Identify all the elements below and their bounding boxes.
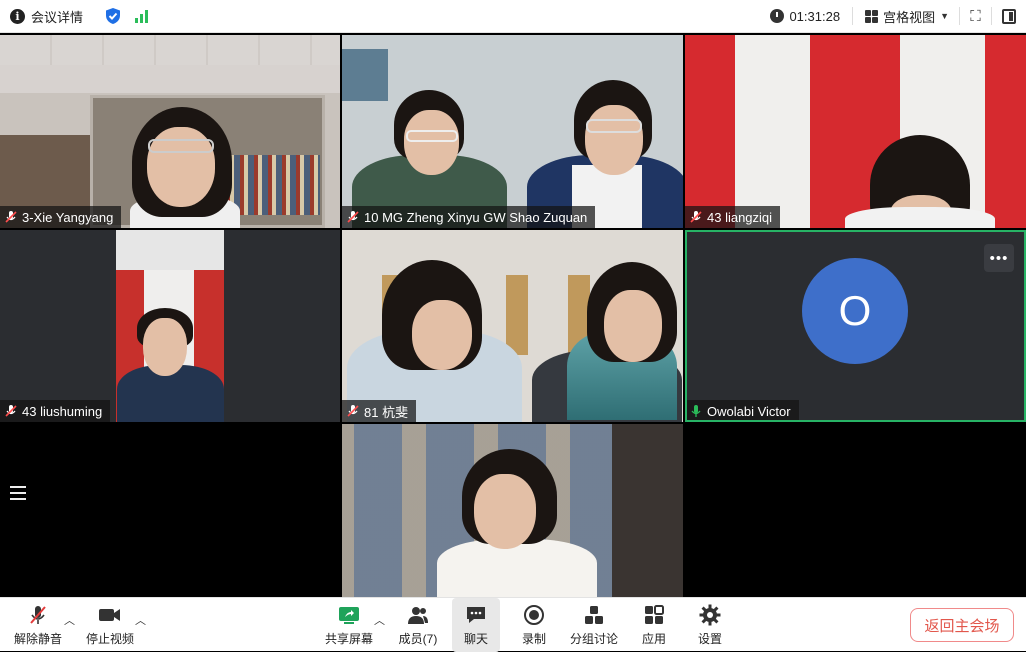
video-tile-liushuming[interactable]: 43 liushuming <box>0 230 340 422</box>
return-main-room-button[interactable]: 返回主会场 <box>910 608 1014 642</box>
video-tile-xie-yangyang[interactable]: 3-Xie Yangyang <box>0 35 340 228</box>
share-options-caret-icon[interactable]: ︿ <box>374 612 385 628</box>
grid-view-icon <box>865 9 879 23</box>
mic-muted-icon <box>346 404 360 418</box>
apps-icon <box>645 604 664 624</box>
mic-active-icon <box>689 404 703 418</box>
top-bar: i 会议详情 01:31:28 宫格视图 ▼ ⛶ <box>0 0 1026 33</box>
avatar: O <box>802 258 908 364</box>
meeting-info-link[interactable]: 会议详情 <box>31 7 83 26</box>
record-label: 录制 <box>521 631 546 646</box>
sidebar-toggle-icon[interactable] <box>992 0 1026 33</box>
mic-muted-icon <box>689 210 703 224</box>
view-mode-button[interactable]: 宫格视图 ▼ <box>853 7 960 25</box>
participant-name: Owolabi Victor <box>707 403 791 419</box>
chat-button[interactable]: 聊天 <box>452 598 500 652</box>
video-tile-zheng-xinyu[interactable]: 10 MG Zheng Xinyu GW Shao Zuquan <box>342 35 683 228</box>
members-label: 成员(7) <box>398 631 438 646</box>
members-icon <box>408 606 428 624</box>
participant-name: 81 杭斐 <box>364 404 409 420</box>
members-button[interactable]: 成员(7) <box>392 598 444 652</box>
timer-value: 01:31:28 <box>789 8 841 24</box>
more-options-button[interactable]: ••• <box>984 244 1014 272</box>
participant-name: 43 liushuming <box>22 403 103 419</box>
participant-nametag: 3-Xie Yangyang <box>0 206 122 228</box>
stop-video-label: 停止视频 <box>85 631 134 646</box>
chat-icon <box>467 606 485 623</box>
apps-label: 应用 <box>641 631 666 646</box>
participant-name: 3-Xie Yangyang <box>22 209 114 225</box>
shield-check-icon[interactable] <box>105 7 121 25</box>
video-tile-hang-fei[interactable]: 81 杭斐 <box>342 230 683 422</box>
clock-icon <box>770 9 785 23</box>
audio-options-caret-icon[interactable]: ︿ <box>64 612 75 628</box>
participant-list-icon[interactable] <box>0 475 36 511</box>
participant-nametag: 43 liangziqi <box>685 206 781 228</box>
record-icon <box>524 604 544 625</box>
gear-icon <box>699 604 721 625</box>
unmute-label: 解除静音 <box>13 631 62 646</box>
network-signal-icon[interactable] <box>135 9 149 23</box>
chat-label: 聊天 <box>463 631 488 646</box>
unmute-button[interactable]: 解除静音 <box>10 598 66 652</box>
view-mode-label: 宫格视图 <box>883 9 936 25</box>
record-button[interactable]: 录制 <box>512 598 556 652</box>
fullscreen-icon[interactable]: ⛶ <box>960 7 992 25</box>
breakout-rooms-label: 分组讨论 <box>569 631 618 646</box>
video-tile-owolabi-victor[interactable]: O ••• Owolabi Victor <box>685 230 1026 422</box>
video-camera-icon <box>99 608 120 621</box>
participant-nametag: 43 liushuming <box>0 400 111 422</box>
participant-nametag: 10 MG Zheng Xinyu GW Shao Zuquan <box>342 206 596 228</box>
caret-down-icon: ▼ <box>940 11 949 21</box>
participant-nametag: Owolabi Victor <box>685 400 799 422</box>
video-tile-liangziqi[interactable]: 43 liangziqi <box>685 35 1026 228</box>
meeting-timer: 01:31:28 <box>770 7 854 25</box>
breakout-rooms-icon <box>585 605 603 624</box>
mic-muted-icon <box>4 404 18 418</box>
stop-video-button[interactable]: 停止视频 <box>82 598 138 652</box>
participant-nametag: 81 杭斐 <box>342 400 417 422</box>
mic-muted-icon <box>30 605 46 624</box>
settings-label: 设置 <box>697 631 722 646</box>
info-icon[interactable]: i <box>10 8 25 24</box>
video-options-caret-icon[interactable]: ︿ <box>135 612 146 628</box>
breakout-rooms-button[interactable]: 分组讨论 <box>566 598 622 652</box>
mic-muted-icon <box>4 210 18 224</box>
share-screen-label: 共享屏幕 <box>324 631 373 646</box>
mic-muted-icon <box>346 210 360 224</box>
settings-button[interactable]: 设置 <box>690 598 730 652</box>
video-grid: 3-Xie Yangyang 10 MG Zheng Xinyu GW Shao… <box>0 35 1026 597</box>
share-screen-icon <box>339 606 359 624</box>
participant-name: 43 liangziqi <box>707 209 773 225</box>
video-tile-participant-7[interactable] <box>342 424 683 597</box>
participant-name: 10 MG Zheng Xinyu GW Shao Zuquan <box>364 209 588 225</box>
bottom-toolbar: 解除静音 ︿ 停止视频 ︿ 共享屏幕 ︿ 成员(7) 聊天 录制 分组讨论 应用… <box>0 597 1026 652</box>
share-screen-button[interactable]: 共享屏幕 <box>322 598 376 652</box>
apps-button[interactable]: 应用 <box>634 598 674 652</box>
